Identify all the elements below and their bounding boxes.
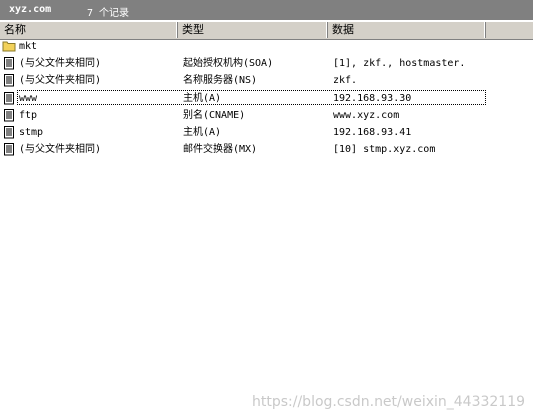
list-item[interactable]: (与父文件夹相同) 起始授权机构(SOA) [1], zkf., hostmas… (0, 55, 533, 71)
folder-icon (2, 41, 16, 52)
focus-rectangle (17, 90, 486, 105)
record-type: 别名(CNAME) (183, 110, 246, 121)
record-data: [1], zkf., hostmaster. (333, 58, 466, 69)
list-item[interactable]: (与父文件夹相同) 邮件交换器(MX) [10] stmp.xyz.com (0, 141, 533, 157)
record-count: 7 个记录 (87, 8, 130, 19)
list-item-selected[interactable]: www 主机(A) 192.168.93.30 (0, 90, 533, 106)
record-type: 主机(A) (183, 93, 222, 104)
column-header-filler (486, 22, 533, 38)
record-data: 192.168.93.30 (333, 93, 412, 104)
record-name: (与父文件夹相同) (19, 144, 102, 155)
record-data: www.xyz.com (333, 110, 400, 121)
list-item[interactable]: mkt (0, 38, 533, 54)
record-name: (与父文件夹相同) (19, 75, 102, 86)
record-type: 邮件交换器(MX) (183, 144, 258, 155)
title-bar: xyz.com 7 个记录 (0, 0, 533, 20)
record-data: [10] stmp.xyz.com (333, 144, 436, 155)
record-data: zkf. (333, 75, 358, 86)
record-name: www (19, 93, 38, 104)
record-name: mkt (19, 41, 38, 52)
watermark: https://blog.csdn.net/weixin_44332119 (252, 394, 526, 410)
column-header-name[interactable]: 名称 (0, 22, 178, 38)
record-type: 主机(A) (183, 127, 222, 138)
list-item[interactable]: (与父文件夹相同) 名称服务器(NS) zkf. (0, 72, 533, 88)
record-icon (4, 74, 14, 87)
zone-title: xyz.com (9, 4, 52, 15)
record-type: 起始授权机构(SOA) (183, 58, 274, 69)
list-item[interactable]: stmp 主机(A) 192.168.93.41 (0, 124, 533, 140)
record-name: stmp (19, 127, 44, 138)
record-icon (4, 92, 14, 105)
record-type: 名称服务器(NS) (183, 75, 258, 86)
column-header-data[interactable]: 数据 (328, 22, 486, 38)
record-data: 192.168.93.41 (333, 127, 412, 138)
record-name: ftp (19, 110, 38, 121)
record-icon (4, 109, 14, 122)
record-icon (4, 126, 14, 139)
record-icon (4, 57, 14, 70)
record-icon (4, 143, 14, 156)
list-item[interactable]: ftp 别名(CNAME) www.xyz.com (0, 107, 533, 123)
column-header-type[interactable]: 类型 (178, 22, 328, 38)
record-name: (与父文件夹相同) (19, 58, 102, 69)
